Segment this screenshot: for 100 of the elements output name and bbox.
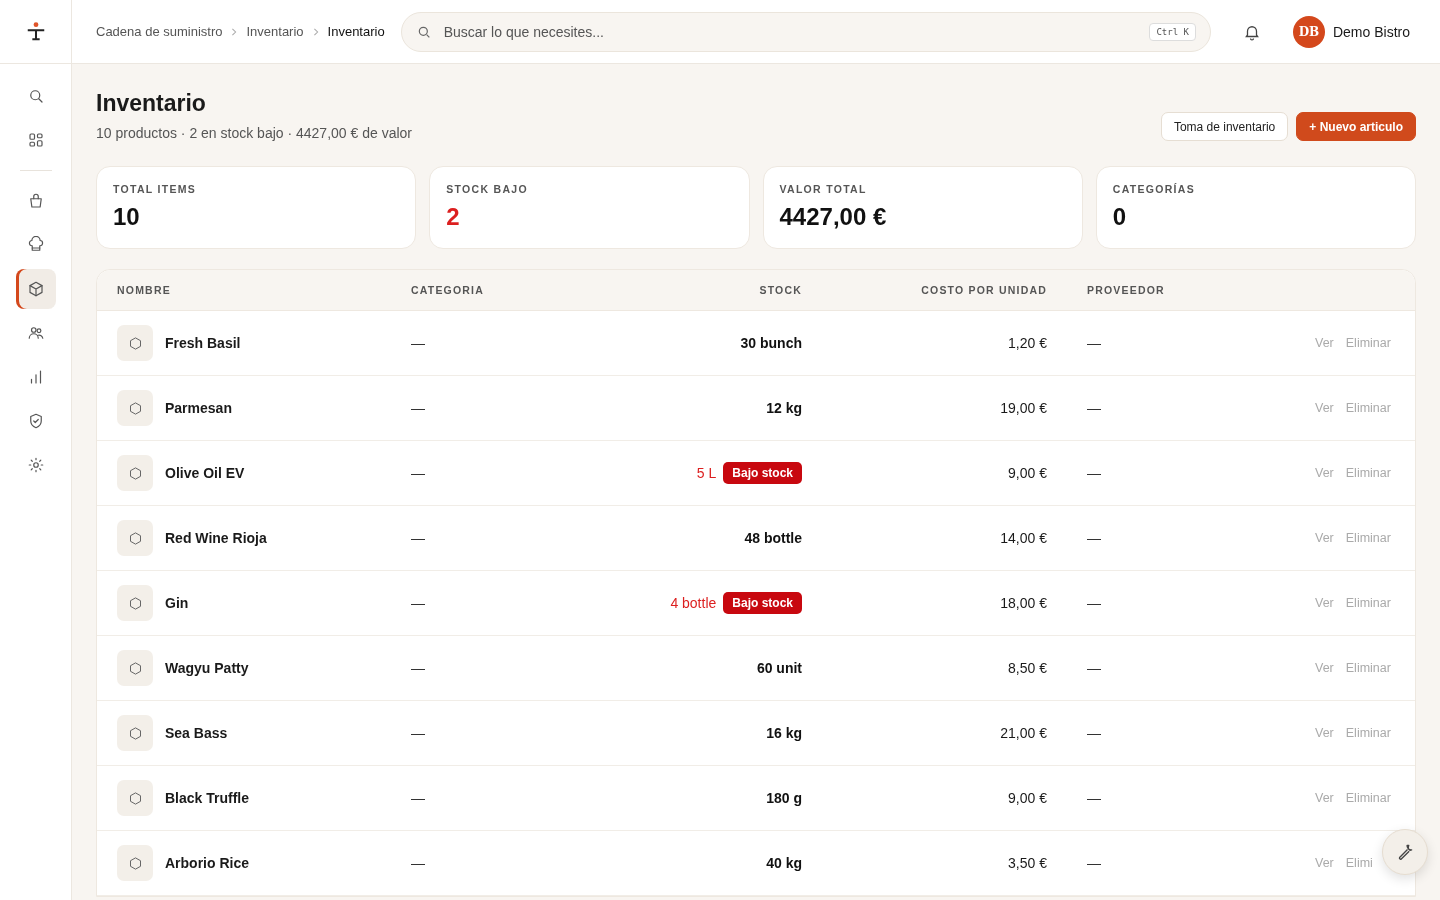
table-cell-text: — [411,335,426,351]
sun-icon [26,456,45,474]
table-cell-text: — [1087,465,1102,481]
product-name: Fresh Basil [165,335,241,351]
delete-link[interactable]: Eliminar [1345,791,1391,805]
search-field[interactable]: Buscar lo que necesites... [441,22,1140,41]
stat-label: VALOR TOTAL [779,183,868,195]
table-cell-text: — [1087,790,1102,806]
view-link[interactable]: Ver [1315,791,1334,805]
view-link[interactable]: Ver [1315,661,1334,675]
stock-quantity: 40 kg [766,855,802,871]
stocktake-button[interactable]: Toma de inventario [1160,112,1289,141]
hexagon-icon [127,660,143,676]
view-link[interactable]: Ver [1315,466,1334,480]
product-name: Red Wine Rioja [165,530,267,546]
stock-quantity: 30 bunch [740,335,802,351]
column-header: PROVEEDOR [1087,284,1166,296]
view-link[interactable]: Ver [1315,401,1334,415]
hexagon-icon [127,530,143,546]
table-cell-text: — [1087,725,1102,741]
page-subtitle: 10 productos · 2 en stock bajo · 4427,00 € de valor [96,125,412,141]
breadcrumb-link[interactable]: Inventario [327,24,385,39]
delete-link[interactable]: Elimi [1345,856,1373,870]
table-cell-text: — [411,725,426,741]
table-cell-text: — [411,660,426,676]
table-cell-text: — [1087,335,1102,351]
product-name: Black Truffle [165,790,250,806]
nav-item[interactable] [15,269,56,309]
unit-cost: 21,00 € [1000,725,1048,741]
table-cell-text: — [411,400,426,416]
stock-quantity: 4 bottle [670,595,717,611]
hexagon-icon [127,790,143,806]
view-link[interactable]: Ver [1315,726,1334,740]
unit-cost: 3,50 € [1008,855,1048,871]
stat-label: STOCK BAJO [446,183,529,195]
view-link[interactable]: Ver [1315,856,1334,870]
new-item-button[interactable]: + Nuevo articulo [1296,112,1416,141]
table-cell-text: — [1087,660,1102,676]
stock-quantity: 48 bottle [744,530,802,546]
product-name: Parmesan [165,400,232,416]
breadcrumb-link[interactable]: Inventario [246,24,304,39]
delete-link[interactable]: Eliminar [1345,531,1391,545]
stat-value: 2 [446,203,461,231]
table-cell-text: — [1087,400,1102,416]
chevron-right-icon [230,27,239,36]
column-header: COSTO POR UNIDAD [921,284,1048,296]
chef-hat-icon [26,236,45,254]
people-icon [26,324,45,342]
table-cell-text: — [411,855,426,871]
delete-link[interactable]: Eliminar [1345,726,1391,740]
hexagon-icon [127,855,143,871]
table-cell-text: — [411,530,426,546]
hexagon-icon [127,335,143,351]
delete-link[interactable]: Eliminar [1345,466,1391,480]
low-stock-badge: Bajo stock [723,592,802,614]
grid-icon [26,131,45,149]
box-icon [26,280,45,298]
view-link[interactable]: Ver [1315,596,1334,610]
unit-cost: 18,00 € [1000,595,1048,611]
product-name: Olive Oil EV [165,465,245,481]
table-cell-text: — [1087,855,1102,871]
delete-link[interactable]: Eliminar [1345,336,1391,350]
unit-cost: 19,00 € [1000,400,1048,416]
unit-cost: 8,50 € [1008,660,1048,676]
stat-value: 10 [113,203,141,231]
unit-cost: 1,20 € [1008,335,1048,351]
stat-label: TOTAL ITEMS [113,183,198,195]
product-name: Sea Bass [165,725,228,741]
stat-value: 4427,00 € [779,203,888,231]
stock-quantity: 60 unit [756,660,802,676]
column-header: CATEGORIA [411,284,486,296]
stat-label: CATEGORÍAS [1112,183,1196,195]
table-cell-text: — [1087,530,1102,546]
column-header: STOCK [759,284,802,296]
view-link[interactable]: Ver [1315,336,1334,350]
search-bar[interactable]: Buscar lo que necesites... Ctrl K [400,11,1211,52]
stock-quantity: 16 kg [766,725,802,741]
stock-quantity: 5 L [696,465,717,481]
table-cell-text: — [411,595,426,611]
hexagon-icon [127,400,143,416]
user-name: Demo Bistro [1332,23,1410,40]
unit-cost: 9,00 € [1008,465,1048,481]
view-link[interactable]: Ver [1315,531,1334,545]
stat-value: 0 [1112,203,1128,231]
delete-link[interactable]: Eliminar [1345,661,1391,675]
product-name: Gin [165,595,189,611]
column-header: NOMBRE [117,284,172,296]
avatar[interactable]: DB [1292,15,1325,48]
stock-quantity: 180 g [766,790,802,806]
breadcrumb-link[interactable]: Cadena de suministro [96,24,223,39]
delete-link[interactable]: Eliminar [1345,596,1391,610]
shortcut-hint: Ctrl K [1149,22,1196,41]
table-cell-text: — [1087,595,1102,611]
product-name: Arborio Rice [165,855,249,871]
page-title: Inventario [96,90,207,117]
product-name: Wagyu Patty [165,660,249,676]
low-stock-badge: Bajo stock [723,462,802,484]
hexagon-icon [127,465,143,481]
unit-cost: 14,00 € [1000,530,1048,546]
delete-link[interactable]: Eliminar [1345,401,1391,415]
